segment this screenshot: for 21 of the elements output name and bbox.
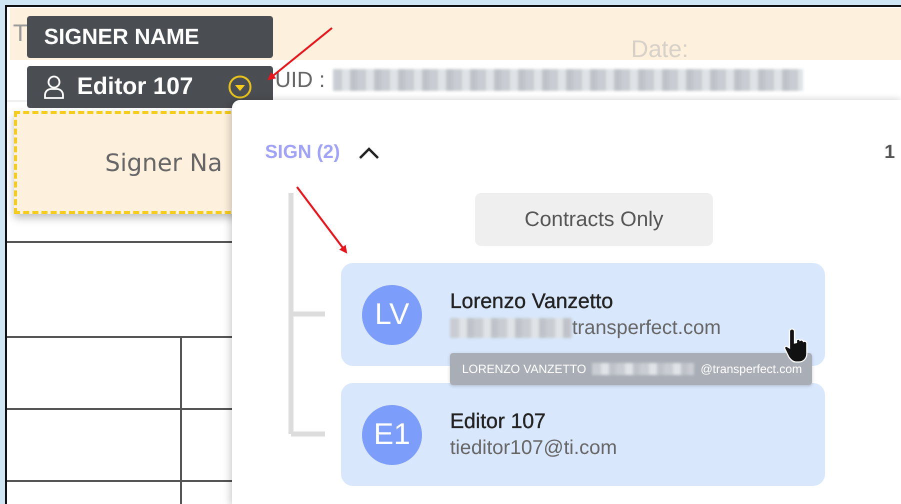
annotation-arrow xyxy=(296,186,348,254)
count-label: 1 xyxy=(884,142,895,164)
section-label: SIGN (2) xyxy=(265,142,340,164)
recipient-email: transperfect.com xyxy=(572,316,721,340)
caret-icon[interactable] xyxy=(228,75,252,99)
contracts-only-button[interactable]: Contracts Only xyxy=(475,193,713,246)
signer-label: SIGNER NAME xyxy=(27,16,273,58)
title-label: T xyxy=(13,20,28,48)
recipient-email: tieditor107@ti.com xyxy=(450,436,618,460)
chevron-up-icon[interactable] xyxy=(358,146,380,160)
avatar: E1 xyxy=(362,404,422,464)
signer-button[interactable]: Editor 107 xyxy=(27,66,273,108)
tooltip: LORENZO VANZETTO @transperfect.com xyxy=(450,353,812,385)
avatar: LV xyxy=(362,284,422,344)
uid-label: UID : xyxy=(275,67,326,93)
recipient-name: Lorenzo Vanzetto xyxy=(450,290,614,314)
hand-cursor-icon xyxy=(784,327,810,363)
recipient-card[interactable]: E1 Editor 107 tieditor107@ti.com xyxy=(341,383,825,486)
person-icon xyxy=(43,75,65,99)
recipient-card[interactable]: LV Lorenzo Vanzetto transperfect.com xyxy=(341,263,825,366)
recipient-name: Editor 107 xyxy=(450,410,547,434)
